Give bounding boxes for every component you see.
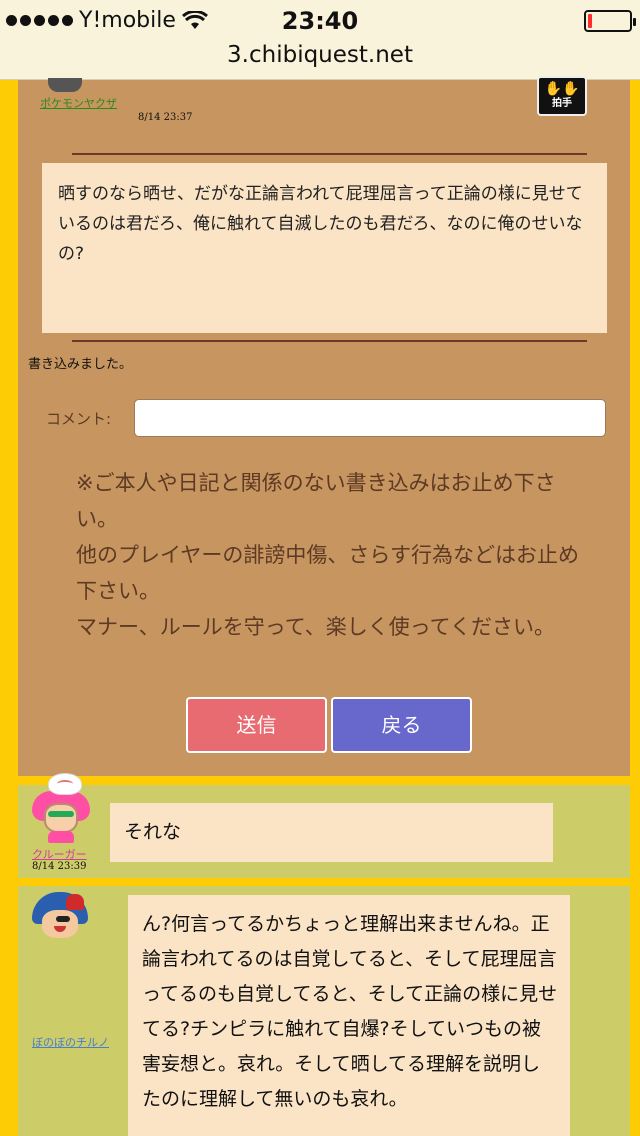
notice-line: マナー、ルールを守って、楽しく使ってください。 [76, 615, 556, 639]
status-message: 書き込みました。 [28, 357, 133, 372]
comment-label: コメント: [46, 410, 112, 428]
post-body: 晒すのなら晒せ、だがな正論言われて屁理屈言って正論の様に見せているのは君だろ、俺… [42, 163, 607, 333]
commenter-username-link[interactable]: ぼのぼのチルノ [32, 1034, 109, 1050]
back-button[interactable]: 戻る [331, 697, 472, 753]
clap-button[interactable]: ✋✋ 拍手 [537, 76, 587, 116]
comment-bubble: ん?何言ってるかちょっと理解出来ませんね。正論言われてるのは自覚してると、そして… [128, 895, 570, 1136]
post-date: 8/14 23:37 [138, 112, 193, 123]
address-bar[interactable]: 3.chibiquest.net [0, 42, 640, 68]
divider [72, 340, 587, 342]
comment-bubble: それな [110, 803, 553, 862]
posting-rules-notice: ※ご本人や日記と関係のない書き込みはお止め下さい。 他のプレイヤーの誹謗中傷、さ… [76, 465, 596, 645]
battery-level [588, 14, 592, 28]
clock: 23:40 [281, 7, 359, 35]
notice-line: 他のプレイヤーの誹謗中傷、さらす行為などはお止め下さい。 [76, 543, 579, 603]
clap-icon: ✋✋ [544, 81, 580, 97]
divider [72, 153, 587, 155]
browser-status-bar: Y!mobile 23:40 3.chibiquest.net [0, 0, 640, 80]
commenter-avatar[interactable] [32, 892, 88, 942]
clap-label: 拍手 [552, 98, 572, 109]
user-avatar[interactable] [40, 78, 88, 94]
notice-line: ※ご本人や日記と関係のない書き込みはお止め下さい。 [76, 471, 556, 531]
commenter-username-link[interactable]: クルーガー [32, 846, 87, 862]
commenter-avatar[interactable] [30, 773, 92, 843]
comment-input[interactable] [134, 399, 606, 437]
battery-icon [584, 10, 636, 32]
send-button[interactable]: 送信 [186, 697, 327, 753]
comment-date: 8/14 23:39 [32, 861, 87, 872]
post-username-link[interactable]: ポケモンヤクザ [40, 96, 120, 112]
